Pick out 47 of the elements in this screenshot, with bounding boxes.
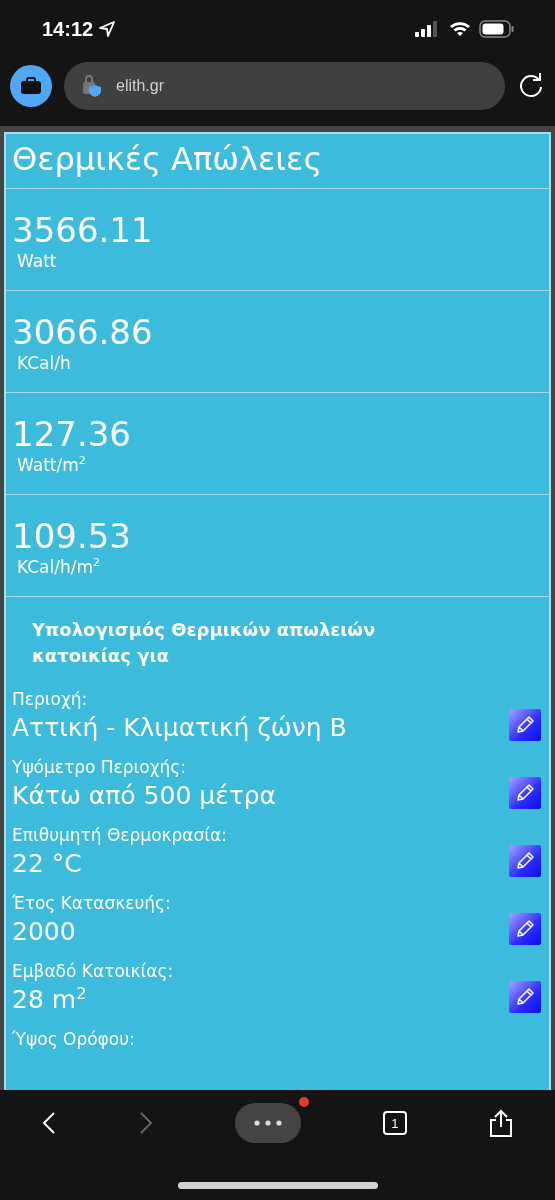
unit-label: KCal/h/m$^{2}$ (17, 557, 101, 577)
page-title: Θερμικές Απώλειες (6, 134, 549, 189)
pencil-icon (514, 918, 536, 940)
field-label: Εμβαδό Κατοικίας: (12, 960, 174, 983)
back-button[interactable] (40, 1111, 57, 1135)
address-field[interactable]: elith.gr (64, 62, 505, 110)
field-label: Περιοχή: (12, 688, 89, 711)
tabs-button[interactable]: 1 (382, 1111, 407, 1135)
pencil-icon (514, 850, 536, 872)
edit-button[interactable] (509, 709, 541, 741)
field-label: Ύψος Ορόφου: (12, 1028, 135, 1051)
edit-button[interactable] (509, 981, 541, 1013)
field-label: Έτος Κατασκευής: (12, 892, 171, 915)
unit-label: Watt/m$^{2}$ (17, 455, 86, 475)
pencil-icon (514, 782, 536, 804)
field-value: 28 m$^{2}$ (12, 985, 87, 1014)
wifi-icon (449, 21, 471, 37)
lock-shield-icon (82, 75, 102, 97)
unit-label: Watt (17, 251, 57, 271)
edit-button[interactable] (509, 845, 541, 877)
field-value: 22 °C (12, 849, 82, 878)
unit-label: KCal/h (17, 353, 71, 373)
share-button[interactable] (488, 1109, 515, 1137)
briefcase-button[interactable] (10, 65, 52, 107)
edit-button[interactable] (509, 913, 541, 945)
field-value: Κάτω από 500 μέτρα (12, 781, 277, 810)
pencil-icon (514, 986, 536, 1008)
result-value: 3566.11 (12, 211, 154, 249)
clock-time: 14:12 (42, 17, 94, 41)
result-value: 127.36 (12, 415, 132, 453)
result-value: 109.53 (12, 517, 132, 555)
briefcase-icon (20, 77, 42, 95)
section-heading: Υπολογισμός Θερμικών απωλειών κατοικίας για (32, 618, 377, 668)
location-arrow-icon (99, 21, 116, 37)
field-value: Αττική - Κλιματική ζώνη Β (12, 713, 347, 742)
field-label: Επιθυμητή Θερμοκρασία: (12, 824, 228, 847)
field-value: 2000 (12, 917, 76, 946)
menu-button[interactable] (235, 1103, 302, 1143)
more-icon (254, 1120, 283, 1126)
edit-button[interactable] (509, 777, 541, 809)
field-label: Υψόμετρο Περιοχής: (12, 756, 188, 779)
notification-dot (299, 1097, 310, 1107)
forward-button[interactable] (138, 1111, 155, 1135)
pencil-icon (514, 714, 536, 736)
result-value: 3066.86 (12, 313, 154, 351)
battery-icon (479, 20, 515, 38)
reload-button[interactable] (517, 72, 545, 100)
